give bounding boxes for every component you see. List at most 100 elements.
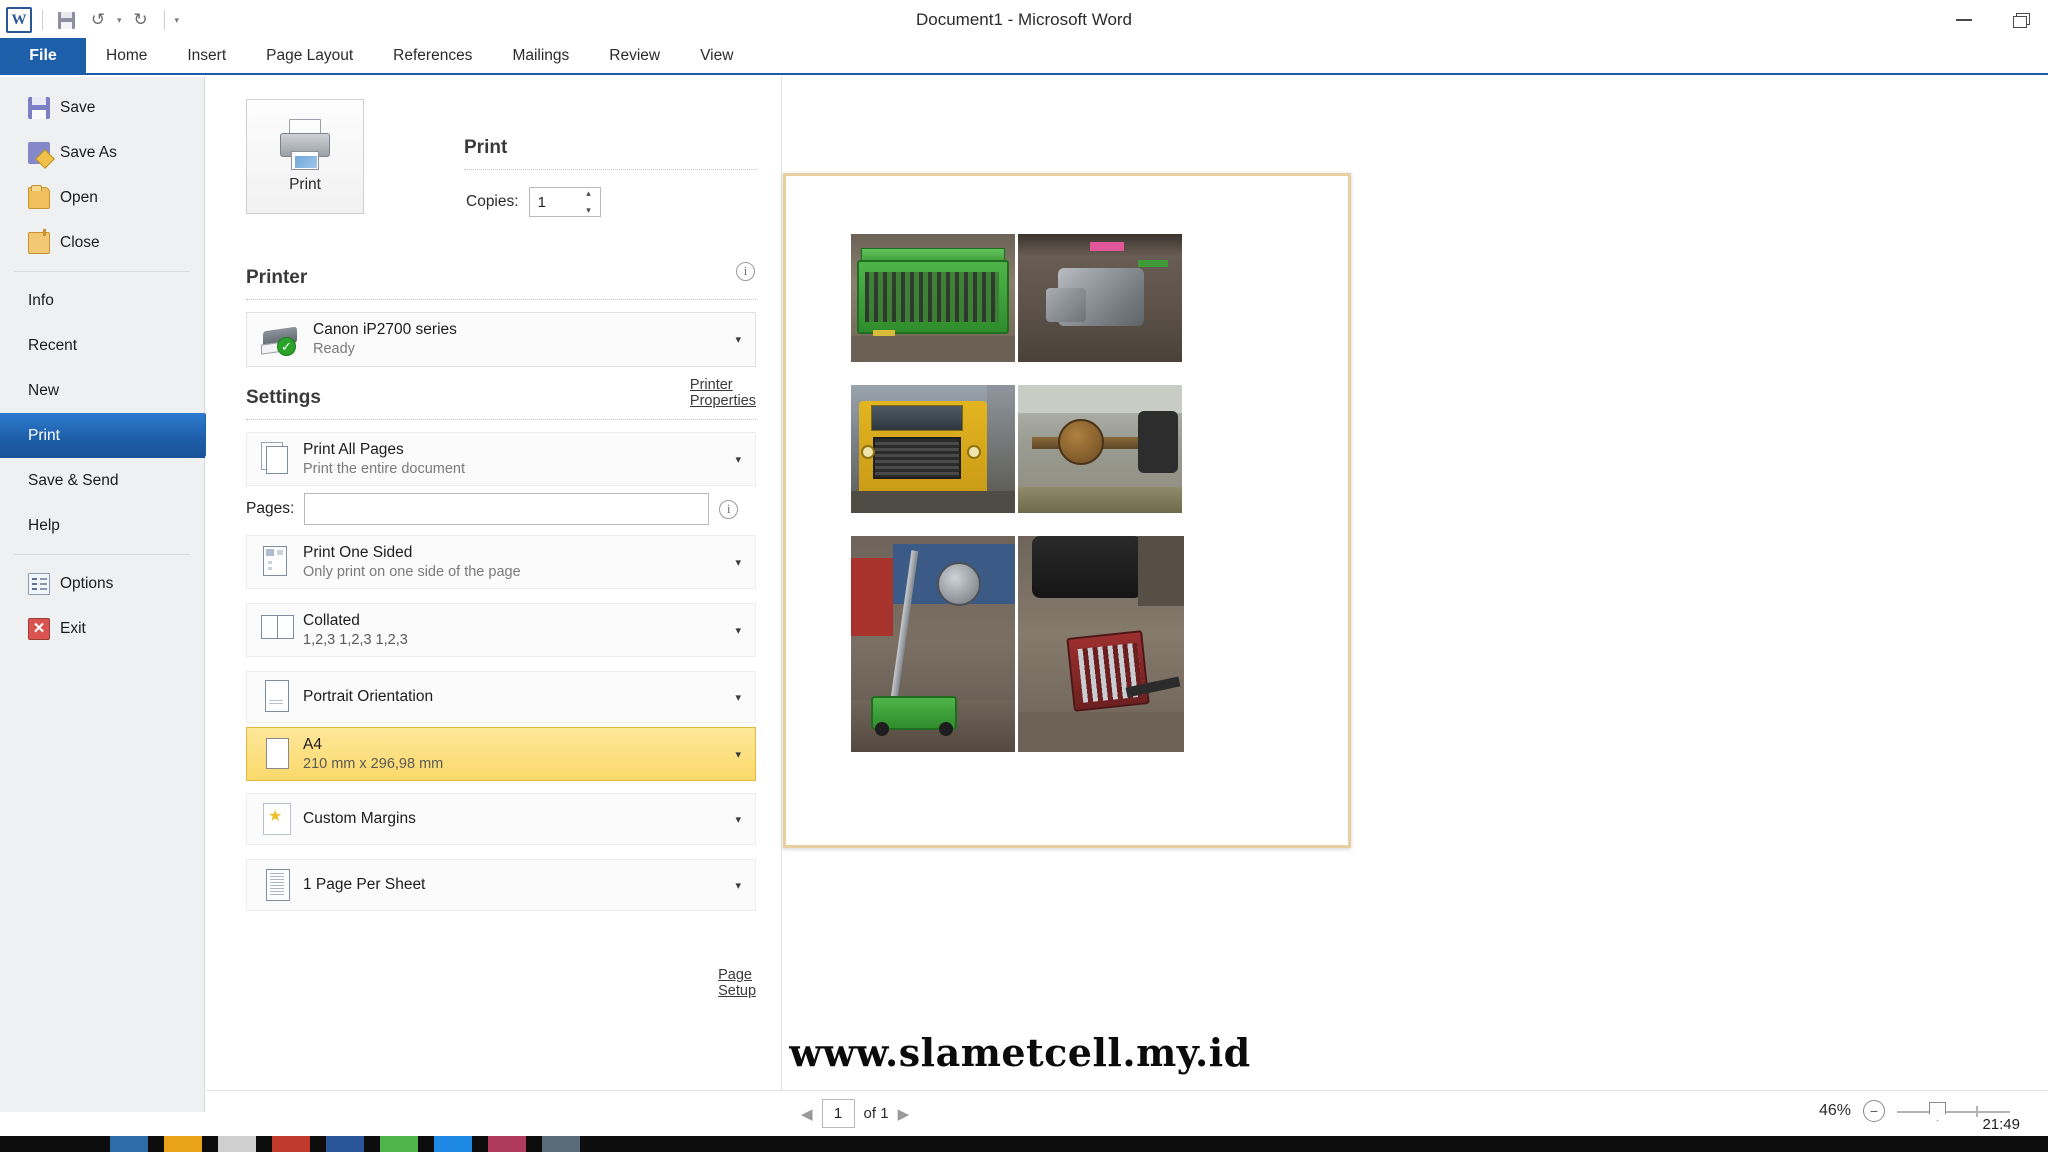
printer-info-icon[interactable]: i <box>736 262 755 281</box>
taskbar-item-2[interactable] <box>164 1136 202 1152</box>
setting-orientation[interactable]: Portrait Orientation ▾ <box>246 671 756 723</box>
setting-title: Collated <box>303 611 360 629</box>
chevron-down-icon[interactable]: ▾ <box>735 453 741 466</box>
restore-icon <box>2012 13 2030 28</box>
redo-icon[interactable]: ↻ <box>128 7 154 33</box>
page-setup-link[interactable]: Page Setup <box>718 967 756 999</box>
chevron-down-icon[interactable]: ▾ <box>735 691 741 704</box>
sidebar-item-info[interactable]: Info <box>0 278 204 323</box>
site-watermark: www.slametcell.my.id <box>789 1030 1251 1075</box>
spin-up-icon[interactable]: ▴ <box>586 189 591 198</box>
chevron-down-icon[interactable]: ▾ <box>735 748 741 761</box>
preview-page[interactable] <box>783 173 1351 848</box>
tab-home[interactable]: Home <box>86 38 167 73</box>
paper-size-icon <box>261 737 293 771</box>
taskbar-item-5[interactable] <box>326 1136 364 1152</box>
setting-margins[interactable]: ★ Custom Margins ▾ <box>246 793 756 845</box>
sidebar-item-save[interactable]: Save <box>0 85 204 130</box>
taskbar-item-8[interactable] <box>488 1136 526 1152</box>
rusty-axle-photo <box>1018 385 1182 513</box>
sidebar-item-help[interactable]: Help <box>0 503 204 548</box>
green-toolbox-photo <box>851 234 1015 362</box>
setting-duplex[interactable]: Print One Sided Only print on one side o… <box>246 535 756 589</box>
taskbar-item-7[interactable] <box>434 1136 472 1152</box>
chevron-down-icon[interactable]: ▾ <box>735 624 741 637</box>
yellow-truck-photo <box>851 385 1015 513</box>
setting-pages-per-sheet[interactable]: 1 Page Per Sheet ▾ <box>246 859 756 911</box>
tab-page-layout[interactable]: Page Layout <box>246 38 373 73</box>
sidebar-item-open[interactable]: Open <box>0 175 204 220</box>
setting-paper-size[interactable]: A4 210 mm x 296,98 mm ▾ <box>246 727 756 781</box>
qat-divider <box>42 10 43 30</box>
sidebar-item-options[interactable]: Options <box>0 561 204 606</box>
taskbar-item-6[interactable] <box>380 1136 418 1152</box>
zoom-controls: 46% − <box>1819 1100 2010 1122</box>
chevron-down-icon[interactable]: ▾ <box>735 879 741 892</box>
printer-status: Ready <box>313 341 355 357</box>
taskbar-items <box>110 1136 580 1152</box>
settings-heading: Settings <box>246 387 321 408</box>
page-content <box>851 234 1289 794</box>
printer-ready-check-icon: ✓ <box>277 336 296 356</box>
chevron-down-icon[interactable]: ▾ <box>735 556 741 569</box>
zoom-out-button[interactable]: − <box>1863 1100 1885 1122</box>
one-sided-icon <box>261 545 293 579</box>
copies-stepper[interactable]: 1 ▴ ▾ <box>528 187 601 217</box>
undo-dropdown-caret-icon[interactable]: ▾ <box>117 15 122 26</box>
copies-spin-arrows[interactable]: ▴ ▾ <box>580 189 598 215</box>
tab-file[interactable]: File <box>0 38 86 73</box>
printer-name: Canon iP2700 series <box>313 321 457 338</box>
sidebar-item-new[interactable]: New <box>0 368 204 413</box>
tab-mailings[interactable]: Mailings <box>492 38 589 73</box>
taskbar-item-4[interactable] <box>272 1136 310 1152</box>
sidebar-item-print[interactable]: Print <box>0 413 219 458</box>
photo-row <box>851 536 1289 752</box>
sidebar-item-recent[interactable]: Recent <box>0 323 204 368</box>
undo-icon[interactable]: ↺ <box>85 7 111 33</box>
pages-input[interactable] <box>304 493 710 525</box>
printer-heading: Printer <box>246 267 308 288</box>
tab-insert[interactable]: Insert <box>167 38 246 73</box>
setting-title: Print All Pages <box>303 440 404 458</box>
save-as-icon <box>28 141 50 164</box>
printer-select[interactable]: ✓ Canon iP2700 series Ready ▾ <box>246 312 756 367</box>
restore-button[interactable] <box>1992 0 2048 40</box>
setting-collation[interactable]: Collated 1,2,3 1,2,3 1,2,3 ▾ <box>246 603 756 657</box>
print-button[interactable]: Print <box>246 99 364 214</box>
sidebar-item-close[interactable]: Close <box>0 220 204 265</box>
setting-subtitle: Only print on one side of the page <box>303 563 521 580</box>
setting-print-range[interactable]: Print All Pages Print the entire documen… <box>246 432 756 486</box>
taskbar-item-3[interactable] <box>218 1136 256 1152</box>
zoom-level-label[interactable]: 46% <box>1819 1102 1851 1120</box>
chevron-down-icon[interactable]: ▾ <box>735 333 741 346</box>
save-icon[interactable] <box>53 7 79 33</box>
minimize-button[interactable] <box>1936 0 1992 40</box>
taskbar-item-1[interactable] <box>110 1136 148 1152</box>
star-icon: ★ <box>268 808 283 825</box>
copies-label: Copies: <box>466 193 519 210</box>
word-app-icon[interactable]: W <box>6 7 32 33</box>
quick-access-toolbar: W ↺ ▾ ↻ ▾ <box>0 0 179 40</box>
options-icon <box>28 572 50 595</box>
printer-properties-link[interactable]: Printer Properties <box>690 377 756 409</box>
pages-info-icon[interactable]: i <box>719 499 739 519</box>
current-page-input[interactable]: 1 <box>821 1099 855 1128</box>
customize-qat-caret-icon[interactable]: ▾ <box>175 15 180 26</box>
tab-references[interactable]: References <box>373 38 492 73</box>
next-page-icon[interactable]: ▶ <box>898 1105 910 1123</box>
taskbar-item-9[interactable] <box>542 1136 580 1152</box>
sidebar-item-exit[interactable]: ✕ Exit <box>0 606 204 651</box>
margins-icon: ★ <box>261 802 293 836</box>
spin-down-icon[interactable]: ▾ <box>586 206 591 215</box>
tab-review[interactable]: Review <box>589 38 680 73</box>
sidebar-item-save-as[interactable]: Save As <box>0 130 204 175</box>
tab-view[interactable]: View <box>680 38 753 73</box>
setting-subtitle: Print the entire document <box>303 460 466 477</box>
chevron-down-icon[interactable]: ▾ <box>735 813 741 826</box>
orientation-icon <box>261 680 293 714</box>
setting-title: A4 <box>303 735 322 753</box>
previous-page-icon[interactable]: ◀ <box>801 1105 813 1123</box>
zoom-slider-thumb[interactable] <box>1929 1102 1946 1121</box>
sidebar-item-save-and-send[interactable]: Save & Send <box>0 458 204 503</box>
settings-heading-rule <box>246 419 756 420</box>
